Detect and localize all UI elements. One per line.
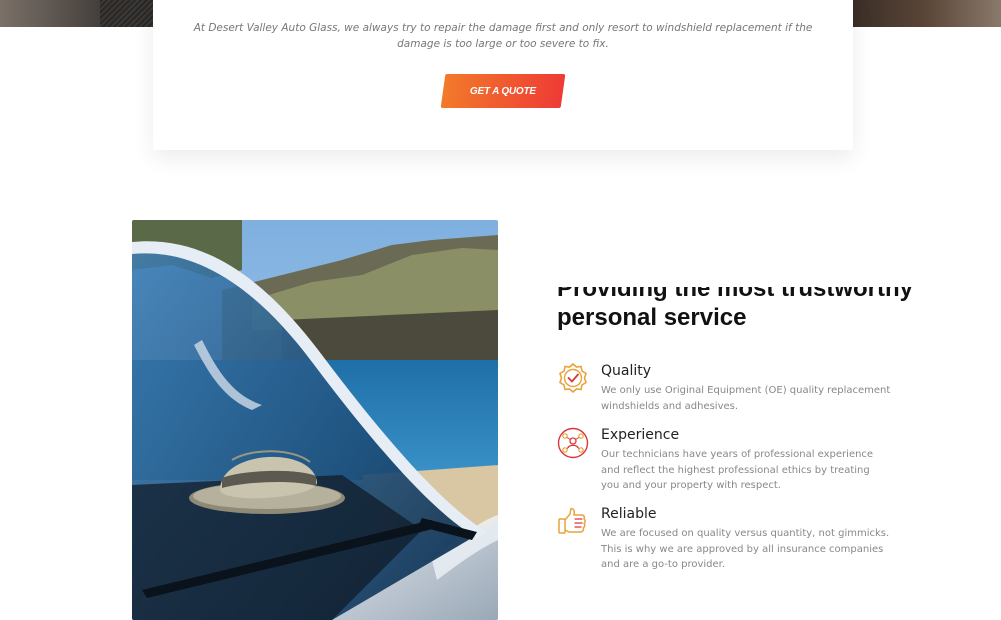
thumbs-up-icon: [557, 506, 589, 538]
feature-quality-description: We only use Original Equipment (OE) qual…: [601, 385, 891, 412]
feature-reliable-title: Reliable: [601, 506, 657, 522]
get-a-quote-button[interactable]: GET A QUOTE: [440, 74, 566, 108]
feature-experience-description: Our technicians have years of profession…: [601, 449, 874, 491]
quality-badge-icon: [557, 362, 589, 395]
feature-experience-title: Experience: [601, 427, 680, 443]
car-windshield-photo: [132, 220, 498, 620]
car-windshield-photo-art: [132, 220, 498, 620]
quote-description: At Desert Valley Auto Glass, we always t…: [193, 22, 813, 50]
feature-reliable-description: We are focused on quality versus quantit…: [601, 528, 890, 570]
get-a-quote-button-label: GET A QUOTE: [470, 85, 536, 97]
features-heading-container: Providing the most trustworthy personal …: [557, 287, 917, 347]
quote-card: At Desert Valley Auto Glass, we always t…: [153, 0, 853, 150]
features-heading: Providing the most trustworthy personal …: [557, 287, 914, 331]
feature-quality-title: Quality: [601, 363, 652, 379]
experience-network-icon: [557, 427, 589, 459]
hero-image-right: [853, 0, 1001, 27]
hero-image-left: [0, 0, 165, 27]
